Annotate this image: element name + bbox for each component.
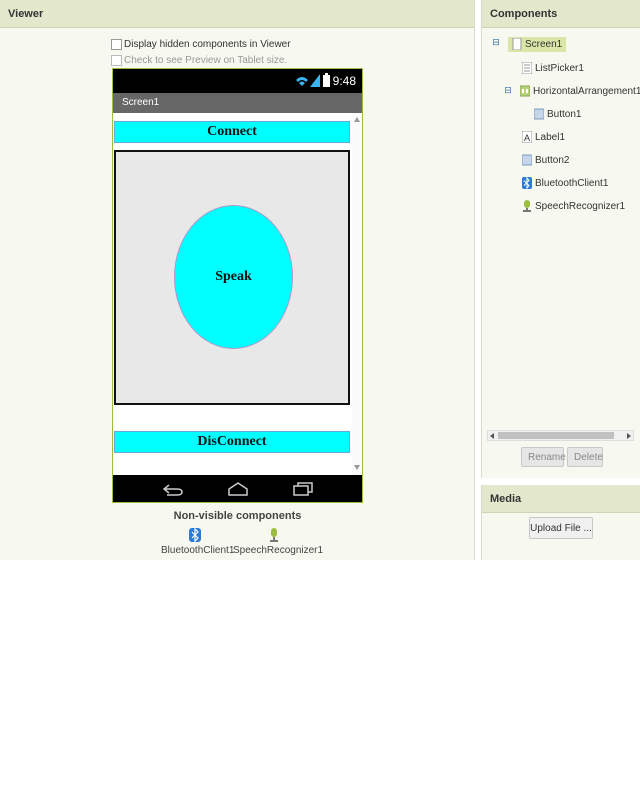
tablet-preview-row: Check to see Preview on Tablet size. xyxy=(111,54,287,68)
scroll-right-arrow-icon[interactable] xyxy=(627,433,631,439)
collapse-screen1-icon[interactable]: ⊟ xyxy=(491,38,501,48)
speak-button[interactable]: Speak xyxy=(174,205,293,349)
screen-scrollbar[interactable] xyxy=(352,113,362,475)
scroll-up-arrow-icon[interactable] xyxy=(354,117,360,122)
upload-file-button[interactable]: Upload File ... xyxy=(529,517,593,539)
tree-item-screen1[interactable]: Screen1 xyxy=(508,36,567,54)
nonvisible-speech-label: SpeechRecognizer1 xyxy=(233,545,324,556)
tree-item-bluetoothclient1[interactable]: BluetoothClient1 xyxy=(522,175,608,193)
viewer-panel: Viewer Display hidden components in View… xyxy=(0,0,475,560)
status-time: 9:48 xyxy=(332,74,356,88)
tablet-preview-label: Check to see Preview on Tablet size. xyxy=(124,55,288,66)
screen-title-bar: Screen1 xyxy=(113,93,362,113)
display-hidden-row: Display hidden components in Viewer xyxy=(111,38,291,52)
phone-preview: 9:48 Screen1 Connect Speak DisConnect xyxy=(112,68,363,503)
tree-label-listpicker1: ListPicker1 xyxy=(535,63,584,74)
horizontal-arrangement-icon xyxy=(520,85,530,97)
components-header: Components xyxy=(482,0,640,28)
display-hidden-checkbox[interactable] xyxy=(111,38,122,50)
signal-icon xyxy=(310,74,320,87)
media-header: Media xyxy=(482,485,640,513)
screen-icon xyxy=(512,38,522,51)
tree-label-button2: Button2 xyxy=(535,155,570,166)
recent-apps-icon[interactable] xyxy=(293,482,313,496)
connect-button[interactable]: Connect xyxy=(114,121,350,143)
tree-label-screen1: Screen1 xyxy=(525,39,563,50)
rename-button[interactable]: Rename xyxy=(521,447,566,467)
tree-item-button2[interactable]: Button2 xyxy=(522,152,569,170)
label-icon: A xyxy=(522,131,532,144)
tree-label-bluetoothclient1: BluetoothClient1 xyxy=(535,178,609,189)
back-icon[interactable] xyxy=(163,482,183,496)
battery-icon xyxy=(323,73,330,87)
screen-canvas: Connect Speak DisConnect xyxy=(113,113,362,475)
bluetooth-icon xyxy=(189,527,201,543)
status-bar: 9:48 xyxy=(113,69,362,93)
tree-item-horizontalarrangement1[interactable]: HorizontalArrangement1 xyxy=(520,83,640,101)
nonvisible-bluetooth[interactable]: BluetoothClient1 xyxy=(161,527,235,556)
scroll-down-arrow-icon[interactable] xyxy=(354,465,360,470)
bluetooth-icon xyxy=(522,177,532,190)
components-panel: Components ⊟ Screen1 ListPicker1 ⊟ Horiz… xyxy=(481,0,640,478)
viewer-header: Viewer xyxy=(0,0,474,28)
disconnect-button[interactable]: DisConnect xyxy=(114,431,350,453)
tree-item-button1[interactable]: Button1 xyxy=(534,106,581,124)
tree-item-listpicker1[interactable]: ListPicker1 xyxy=(522,60,584,78)
tree-label-label1: Label1 xyxy=(535,132,566,143)
components-horizontal-scrollbar[interactable] xyxy=(487,430,634,441)
nonvisible-speech[interactable]: SpeechRecognizer1 xyxy=(233,528,324,556)
media-panel: Media Upload File ... xyxy=(481,485,640,560)
horizontal-arrangement[interactable]: Speak xyxy=(114,150,350,405)
microphone-icon xyxy=(523,200,531,213)
tree-label-speechrecognizer1: SpeechRecognizer1 xyxy=(535,201,626,212)
tablet-preview-checkbox[interactable] xyxy=(111,54,122,66)
wifi-icon xyxy=(296,77,308,86)
android-nav-bar xyxy=(113,475,362,502)
button-icon xyxy=(534,108,544,120)
collapse-arrangement-icon[interactable]: ⊟ xyxy=(503,86,513,96)
nonvisible-components-title: Non-visible components xyxy=(173,510,302,522)
tree-item-speechrecognizer1[interactable]: SpeechRecognizer1 xyxy=(522,198,625,216)
home-icon[interactable] xyxy=(227,482,249,496)
microphone-icon xyxy=(270,528,278,542)
svg-text:A: A xyxy=(524,133,530,143)
listpicker-icon xyxy=(522,62,532,75)
scroll-left-arrow-icon[interactable] xyxy=(490,433,494,439)
speak-button-label: Speak xyxy=(215,269,252,284)
tree-item-label1[interactable]: A Label1 xyxy=(522,129,565,147)
delete-button[interactable]: Delete xyxy=(567,447,603,467)
tree-label-horizontalarrangement1: HorizontalArrangement1 xyxy=(533,86,640,97)
display-hidden-label: Display hidden components in Viewer xyxy=(124,39,291,50)
tree-label-button1: Button1 xyxy=(547,109,582,120)
nonvisible-bluetooth-label: BluetoothClient1 xyxy=(161,545,235,556)
button-icon xyxy=(522,154,532,166)
scrollbar-thumb[interactable] xyxy=(498,432,614,439)
